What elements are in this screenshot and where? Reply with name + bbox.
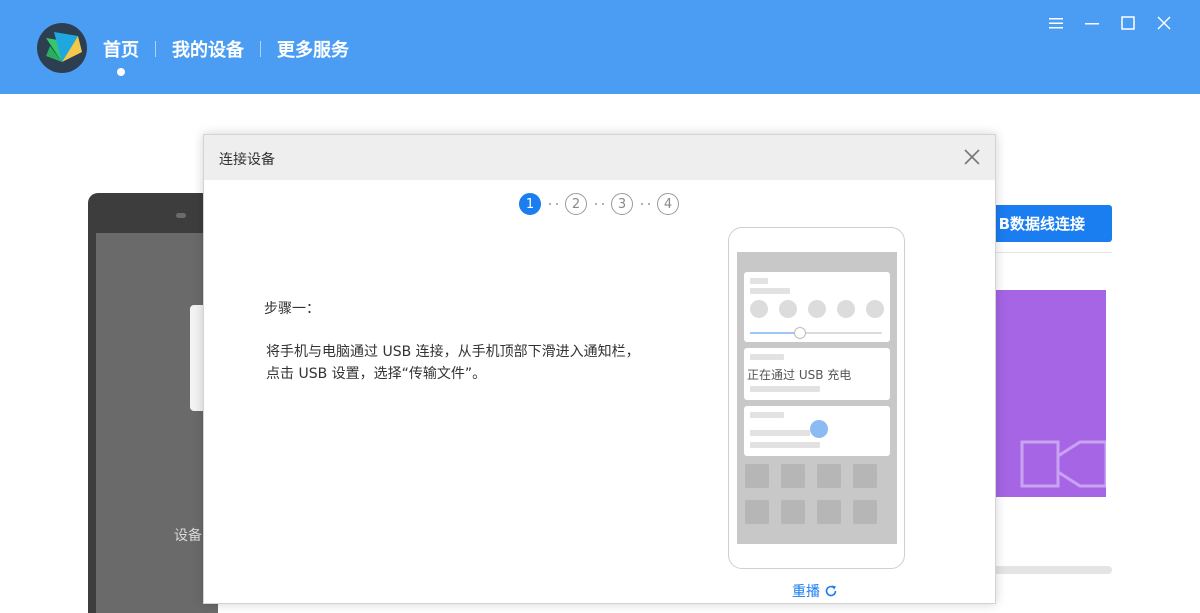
menu-icon [1049,18,1063,29]
step-indicator: 1 2 3 4 [519,193,679,215]
step-connector [541,203,565,205]
refresh-icon [825,585,837,597]
phone-speaker [176,213,186,218]
nav-item-home[interactable]: 首页 [103,36,139,76]
minimize-button[interactable] [1074,10,1110,36]
nav-label-more-services: 更多服务 [277,40,349,61]
step-1-indicator: 1 [519,193,541,215]
divider [990,252,1112,253]
usb-settings-panel [744,406,890,456]
progress-bar [990,566,1112,574]
step-3-indicator: 3 [611,193,633,215]
quick-settings-panel [744,272,890,342]
nav-label-home: 首页 [103,40,139,61]
dialog-title: 连接设备 [219,152,275,168]
nav-item-more-services[interactable]: 更多服务 [277,36,349,62]
step-connector [587,203,611,205]
brightness-slider [794,327,806,339]
step-4-indicator: 4 [657,193,679,215]
step-connector [633,203,657,205]
step-description: 将手机与电脑通过 USB 连接，从手机顶部下滑进入通知栏，点击 USB 设置，选… [266,344,640,382]
minimize-icon [1085,23,1099,25]
dialog-close-button[interactable] [961,146,983,168]
device-illustration: 设备 [88,193,218,613]
maximize-icon [1121,16,1135,30]
promo-card[interactable] [980,290,1106,497]
charging-text: 正在通过 USB 充电 [747,368,852,382]
main-nav: 首页 我的设备 更多服务 [103,36,349,76]
menu-button[interactable] [1038,10,1074,36]
nav-divider [260,41,261,57]
phone-screen: 设备 [96,233,218,613]
nav-item-my-devices[interactable]: 我的设备 [172,36,244,62]
close-icon [1157,16,1171,30]
connect-device-dialog: 连接设备 1 2 3 4 步骤一： 将手机与电脑通过 USB 连接，从手机顶部下… [203,134,996,604]
phone-screen-illustration: 正在通过 USB 充电 [737,252,897,544]
active-indicator-dot [117,68,125,76]
window-close-button[interactable] [1146,10,1182,36]
nav-divider [155,41,156,57]
replay-label: 重播 [792,584,820,600]
nav-label-my-devices: 我的设备 [172,40,244,61]
device-hint-text: 设备 [174,528,202,544]
usb-connect-label: B数据线连接 [998,215,1085,233]
window-controls [1038,10,1182,36]
top-bar: 首页 我的设备 更多服务 [0,0,1200,94]
step-heading: 步骤一： [264,301,320,317]
usb-notification: 正在通过 USB 充电 [744,348,890,400]
replay-button[interactable]: 重播 [792,581,838,601]
video-icon [1020,440,1106,488]
app-logo [37,23,87,73]
dialog-header: 连接设备 [204,135,995,180]
maximize-button[interactable] [1110,10,1146,36]
close-icon [964,149,980,165]
usb-settings-toggle [810,420,828,438]
phone-illustration: 正在通过 USB 充电 [728,227,905,569]
step-2-indicator: 2 [565,193,587,215]
